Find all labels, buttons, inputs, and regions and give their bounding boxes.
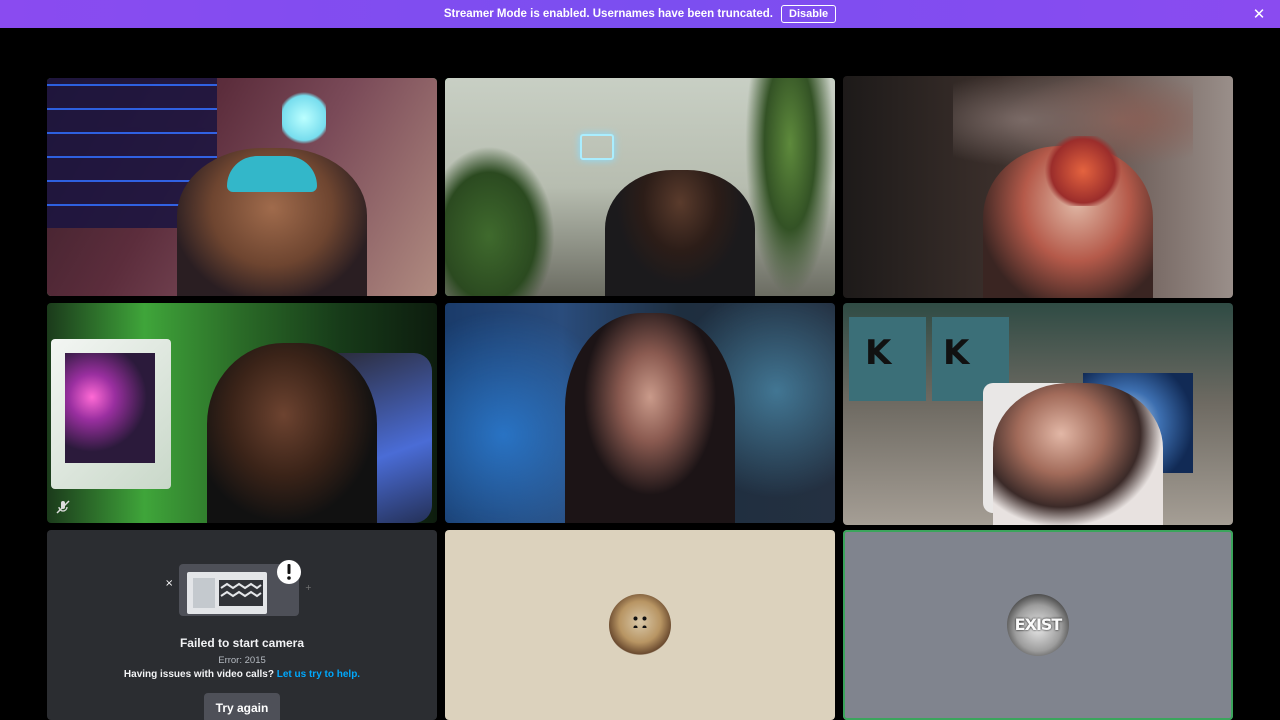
streamer-mode-message: Streamer Mode is enabled. Usernames have…	[443, 8, 773, 20]
streamer-mode-banner: Streamer Mode is enabled. Usernames have…	[0, 0, 1280, 28]
svg-text:×: ×	[165, 578, 173, 589]
camera-error-title: Failed to start camera	[179, 636, 305, 650]
camera-error-tile: × + Failed to start camera Error: 2015 H…	[47, 530, 437, 720]
participant-video-tile[interactable]	[843, 76, 1233, 298]
video-feed: KK	[843, 303, 1233, 525]
avatar: EXIST	[1007, 594, 1069, 656]
disable-streamer-mode-button[interactable]: Disable	[781, 5, 837, 23]
svg-text:+: +	[305, 583, 312, 592]
camera-error-help: Having issues with video calls? Let us t…	[47, 669, 437, 680]
try-again-button[interactable]: Try again	[204, 693, 280, 720]
participant-video-tile[interactable]	[47, 78, 437, 296]
video-feed	[843, 76, 1233, 298]
camera-error-code: Error: 2015	[218, 655, 266, 666]
camera-error-illustration: × +	[165, 560, 312, 616]
participant-avatar-tile[interactable]: EXIST	[843, 530, 1233, 720]
avatar	[609, 594, 671, 656]
participant-video-tile[interactable]: KK	[843, 303, 1233, 525]
help-link[interactable]: Let us try to help.	[277, 669, 360, 680]
video-feed	[47, 78, 437, 296]
video-feed	[445, 303, 835, 523]
mic-muted-icon	[56, 500, 70, 514]
camera-error-help-text: Having issues with video calls?	[123, 669, 274, 680]
participant-video-tile[interactable]	[445, 303, 835, 523]
close-icon[interactable]: ✕	[1250, 5, 1268, 23]
video-feed	[47, 303, 437, 523]
avatar-logo-text: EXIST	[1014, 615, 1063, 634]
participant-avatar-tile[interactable]	[445, 530, 835, 720]
video-feed	[445, 78, 835, 296]
participant-video-tile[interactable]	[47, 303, 437, 523]
participant-video-tile[interactable]	[445, 78, 835, 296]
